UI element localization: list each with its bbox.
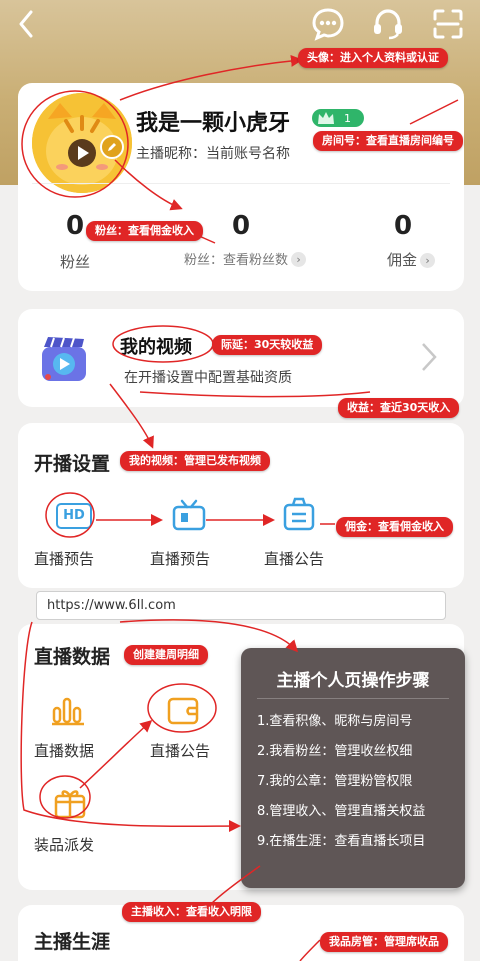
annotation-live-income: 主播收入：查看收入明限: [122, 902, 261, 922]
video-clapper-icon: [38, 333, 90, 385]
fans-detail-link[interactable]: 粉丝：查看粉丝数 ›: [184, 249, 307, 268]
data-item-stats[interactable]: 直播数据: [34, 690, 114, 770]
customer-service-button[interactable]: [370, 6, 406, 42]
settings-item-label: 直播公告: [264, 550, 325, 568]
career-title: 主播生涯: [34, 931, 111, 953]
annotation-live-data: 创建建周明细: [124, 645, 208, 665]
settings-item-preview[interactable]: HD 直播预告: [34, 493, 114, 573]
fans-label: 粉丝: [60, 253, 91, 271]
step-item: 8.管理收入、管理直播关权益: [257, 804, 426, 819]
level-badge: 1: [312, 109, 364, 127]
annotation-avatar: 头像：进入个人资料或认证: [298, 48, 448, 68]
crown-icon: [318, 112, 334, 124]
headset-icon: [374, 9, 402, 40]
live-settings-card: 开播设置 HD 直播预告 直播预告 直播公告: [18, 423, 464, 588]
step-item: 9.在播生涯：查看直播长项目: [257, 834, 426, 849]
commission-count[interactable]: 0: [394, 211, 412, 241]
profile-name: 我是一颗小虎牙: [136, 111, 291, 136]
annotation-room-manage: 我品房管：管理席收品: [320, 932, 448, 952]
back-arrow-icon: [19, 10, 33, 38]
live-settings-title: 开播设置: [34, 453, 111, 475]
steps-panel: 主播个人页操作步骤 1.查看积像、昵称与房间号 2.我看粉丝：管理收丝权细 7.…: [241, 648, 465, 888]
chevron-right-icon: ›: [420, 253, 436, 268]
back-button[interactable]: [12, 8, 40, 40]
edit-badge-icon: [108, 143, 116, 151]
message-button[interactable]: [310, 6, 346, 42]
video-title: 我的视频: [120, 337, 192, 358]
divider: [257, 698, 449, 699]
annotation-commission: 佣金：查看佣金收入: [336, 517, 453, 537]
data-item-label: 直播数据: [34, 742, 95, 760]
data-item-gifts[interactable]: 装品派发: [34, 784, 124, 864]
level-value: 1: [344, 111, 351, 125]
annotation-fans: 粉丝：查看佣金收入: [86, 221, 203, 241]
video-card[interactable]: 我的视频 在开播设置中配置基础资质: [18, 309, 464, 407]
settings-item-preview-2[interactable]: 直播预告: [150, 493, 230, 573]
step-item: 1.查看积像、昵称与房间号: [257, 714, 413, 729]
avatar-badge: [100, 135, 124, 159]
scan-button[interactable]: [430, 6, 466, 42]
nickname-line: 主播昵称：当前账号名称: [136, 146, 290, 162]
annotation-room: 房间号：查看直播房间编号: [313, 131, 463, 151]
step-item: 2.我看粉丝：管理收丝权细: [257, 744, 413, 759]
data-item-label: 装品派发: [34, 836, 95, 854]
fans-count[interactable]: 0: [66, 211, 84, 241]
annotation-video-income: 际延：30天较收益: [212, 335, 323, 355]
annotation-income30: 收益：查近30天收入: [338, 398, 460, 418]
fans-detail-label: 粉丝：查看粉丝数: [184, 253, 289, 268]
wallet-icon: [167, 697, 199, 725]
commission-label: 佣金: [387, 251, 418, 269]
chevron-right-icon: ›: [291, 252, 307, 267]
tv-icon: [172, 499, 206, 531]
url-input[interactable]: https://www.6ll.com: [36, 591, 446, 620]
step-item: 7.我的公章：管理粉管权限: [257, 774, 413, 789]
scan-icon: [433, 9, 463, 39]
chat-bubble-icon: [312, 8, 344, 41]
divider: [32, 183, 450, 184]
profile-card: 我是一颗小虎牙 1 主播昵称：当前账号名称 0 粉丝 0 粉丝：查看粉丝数 › 0…: [18, 83, 464, 291]
steps-title: 主播个人页操作步骤: [276, 671, 430, 691]
settings-item-notice[interactable]: 直播公告: [264, 493, 344, 573]
notice-bag-icon: [283, 497, 315, 531]
live-data-title: 直播数据: [34, 646, 111, 668]
data-item-notice[interactable]: 直播公告: [150, 690, 230, 770]
video-subtitle: 在开播设置中配置基础资质: [124, 370, 292, 386]
fans-detail-count[interactable]: 0: [232, 211, 250, 241]
hd-icon: HD: [56, 503, 92, 529]
gift-box-icon: [54, 790, 86, 819]
chevron-right-icon: [420, 341, 438, 377]
commission-link[interactable]: 佣金 ›: [387, 249, 436, 270]
data-item-label: 直播公告: [150, 742, 211, 760]
annotation-my-video: 我的视频：管理已发布视频: [120, 451, 270, 471]
settings-item-label: 直播预告: [34, 550, 95, 568]
bar-chart-icon: [52, 697, 84, 726]
settings-item-label: 直播预告: [150, 550, 211, 568]
